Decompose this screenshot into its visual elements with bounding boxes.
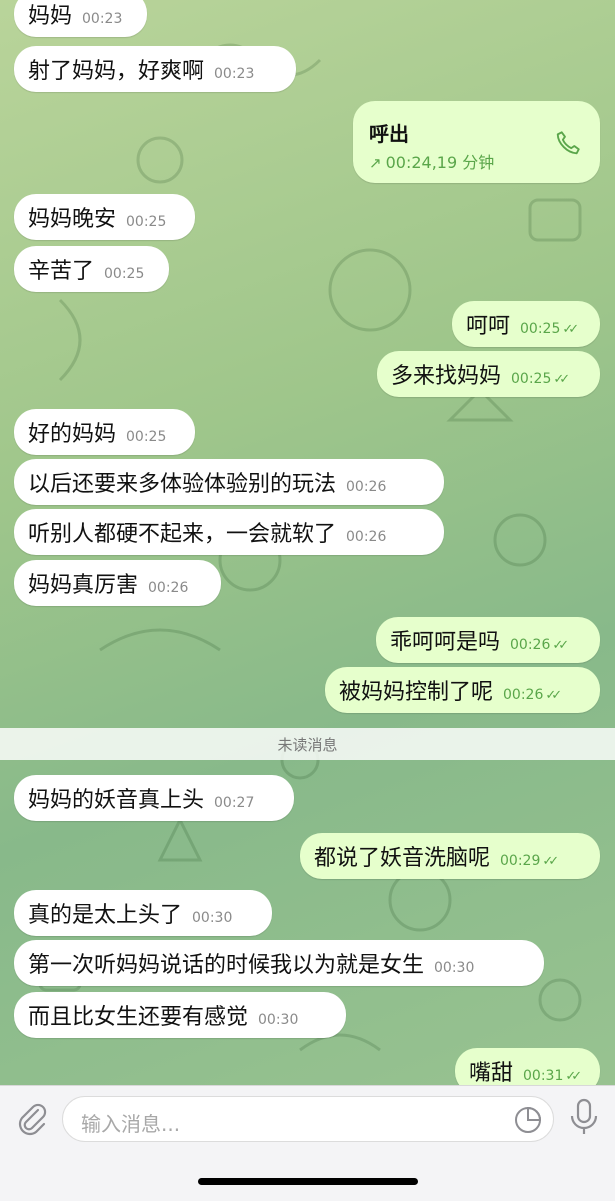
message-time: 00:26: [346, 529, 387, 545]
message-input[interactable]: 输入消息...: [62, 1096, 554, 1142]
message-incoming[interactable]: 听别人都硬不起来，一会就软了 00:26: [14, 509, 444, 555]
unread-label: 未读消息: [277, 735, 338, 754]
read-checkmarks-icon: ✓✓: [552, 637, 569, 653]
call-detail: ↗ 00:24,19 分钟: [369, 149, 494, 173]
message-incoming[interactable]: 妈妈的妖音真上头 00:27: [14, 775, 294, 821]
message-incoming[interactable]: 妈妈晚安 00:25: [14, 194, 195, 240]
message-time: 00:23: [214, 66, 255, 82]
message-text: 妈妈真厉害: [28, 573, 139, 598]
chat-history[interactable]: 妈妈 00:23 射了妈妈，好爽啊 00:23 呼出 ↗ 00:24,19 分钟 …: [0, 0, 615, 1094]
read-checkmarks-icon: ✓✓: [562, 321, 579, 337]
outgoing-arrow-icon: ↗: [369, 154, 382, 172]
message-outgoing[interactable]: 呵呵 00:25 ✓✓: [452, 301, 600, 347]
message-time: 00:25: [520, 321, 561, 337]
home-indicator[interactable]: [198, 1178, 418, 1185]
message-time: 00:23: [82, 11, 123, 27]
phone-icon[interactable]: [554, 129, 582, 157]
message-text: 而且比女生还要有感觉: [28, 1005, 249, 1030]
message-text: 辛苦了: [28, 259, 95, 284]
message-time: 00:26: [148, 580, 189, 596]
message-incoming[interactable]: 辛苦了 00:25: [14, 246, 169, 292]
message-time: 00:25: [511, 371, 552, 387]
read-checkmarks-icon: ✓✓: [565, 1068, 582, 1084]
message-outgoing[interactable]: 被妈妈控制了呢 00:26 ✓✓: [325, 667, 600, 713]
unread-messages-divider: 未读消息: [0, 728, 615, 760]
message-time: 00:25: [126, 429, 167, 445]
message-text: 妈妈晚安: [28, 207, 117, 232]
message-time: 00:29: [500, 853, 541, 869]
message-text: 真的是太上头了: [28, 903, 183, 928]
message-text: 都说了妖音洗脑呢: [314, 846, 491, 871]
message-time: 00:27: [214, 795, 255, 811]
message-text: 第一次听妈妈说话的时候我以为就是女生: [28, 953, 425, 978]
call-duration: 00:24,19 分钟: [385, 153, 495, 172]
message-outgoing[interactable]: 多来找妈妈 00:25 ✓✓: [377, 351, 600, 397]
message-incoming[interactable]: 射了妈妈，好爽啊 00:23: [14, 46, 296, 92]
message-time: 00:26: [503, 687, 544, 703]
message-time: 00:25: [104, 266, 145, 282]
message-input-placeholder: 输入消息...: [81, 1112, 181, 1136]
sticker-icon[interactable]: [513, 1105, 543, 1135]
message-incoming[interactable]: 以后还要来多体验体验别的玩法 00:26: [14, 459, 444, 505]
message-incoming[interactable]: 妈妈 00:23: [14, 0, 147, 37]
outgoing-call-message[interactable]: 呼出 ↗ 00:24,19 分钟: [353, 101, 600, 183]
message-text: 嘴甜: [469, 1061, 514, 1086]
message-incoming[interactable]: 而且比女生还要有感觉 00:30: [14, 992, 346, 1038]
message-incoming[interactable]: 妈妈真厉害 00:26: [14, 560, 221, 606]
message-text: 妈妈的妖音真上头: [28, 788, 205, 813]
microphone-icon[interactable]: [568, 1098, 600, 1136]
message-time: 00:25: [126, 214, 167, 230]
message-time: 00:30: [434, 960, 475, 976]
message-text: 听别人都硬不起来，一会就软了: [28, 522, 337, 547]
message-text: 被妈妈控制了呢: [339, 680, 494, 705]
message-time: 00:26: [510, 637, 551, 653]
message-text: 妈妈: [28, 4, 73, 29]
message-time: 00:31: [523, 1068, 564, 1084]
message-text: 以后还要来多体验体验别的玩法: [28, 472, 337, 497]
message-text: 射了妈妈，好爽啊: [28, 59, 205, 84]
message-text: 呵呵: [466, 314, 511, 339]
message-text: 多来找妈妈: [391, 364, 502, 389]
message-outgoing[interactable]: 乖呵呵是吗 00:26 ✓✓: [376, 617, 600, 663]
message-time: 00:30: [258, 1012, 299, 1028]
message-text: 乖呵呵是吗: [390, 630, 501, 655]
message-incoming[interactable]: 真的是太上头了 00:30: [14, 890, 272, 936]
message-incoming[interactable]: 第一次听妈妈说话的时候我以为就是女生 00:30: [14, 940, 544, 986]
message-incoming[interactable]: 好的妈妈 00:25: [14, 409, 195, 455]
message-time: 00:26: [346, 479, 387, 495]
message-time: 00:30: [192, 910, 233, 926]
read-checkmarks-icon: ✓✓: [545, 687, 562, 703]
read-checkmarks-icon: ✓✓: [542, 853, 559, 869]
read-checkmarks-icon: ✓✓: [553, 371, 570, 387]
call-title: 呼出: [369, 122, 409, 146]
paperclip-icon[interactable]: [14, 1100, 50, 1136]
message-outgoing[interactable]: 都说了妖音洗脑呢 00:29 ✓✓: [300, 833, 600, 879]
message-text: 好的妈妈: [28, 422, 117, 447]
